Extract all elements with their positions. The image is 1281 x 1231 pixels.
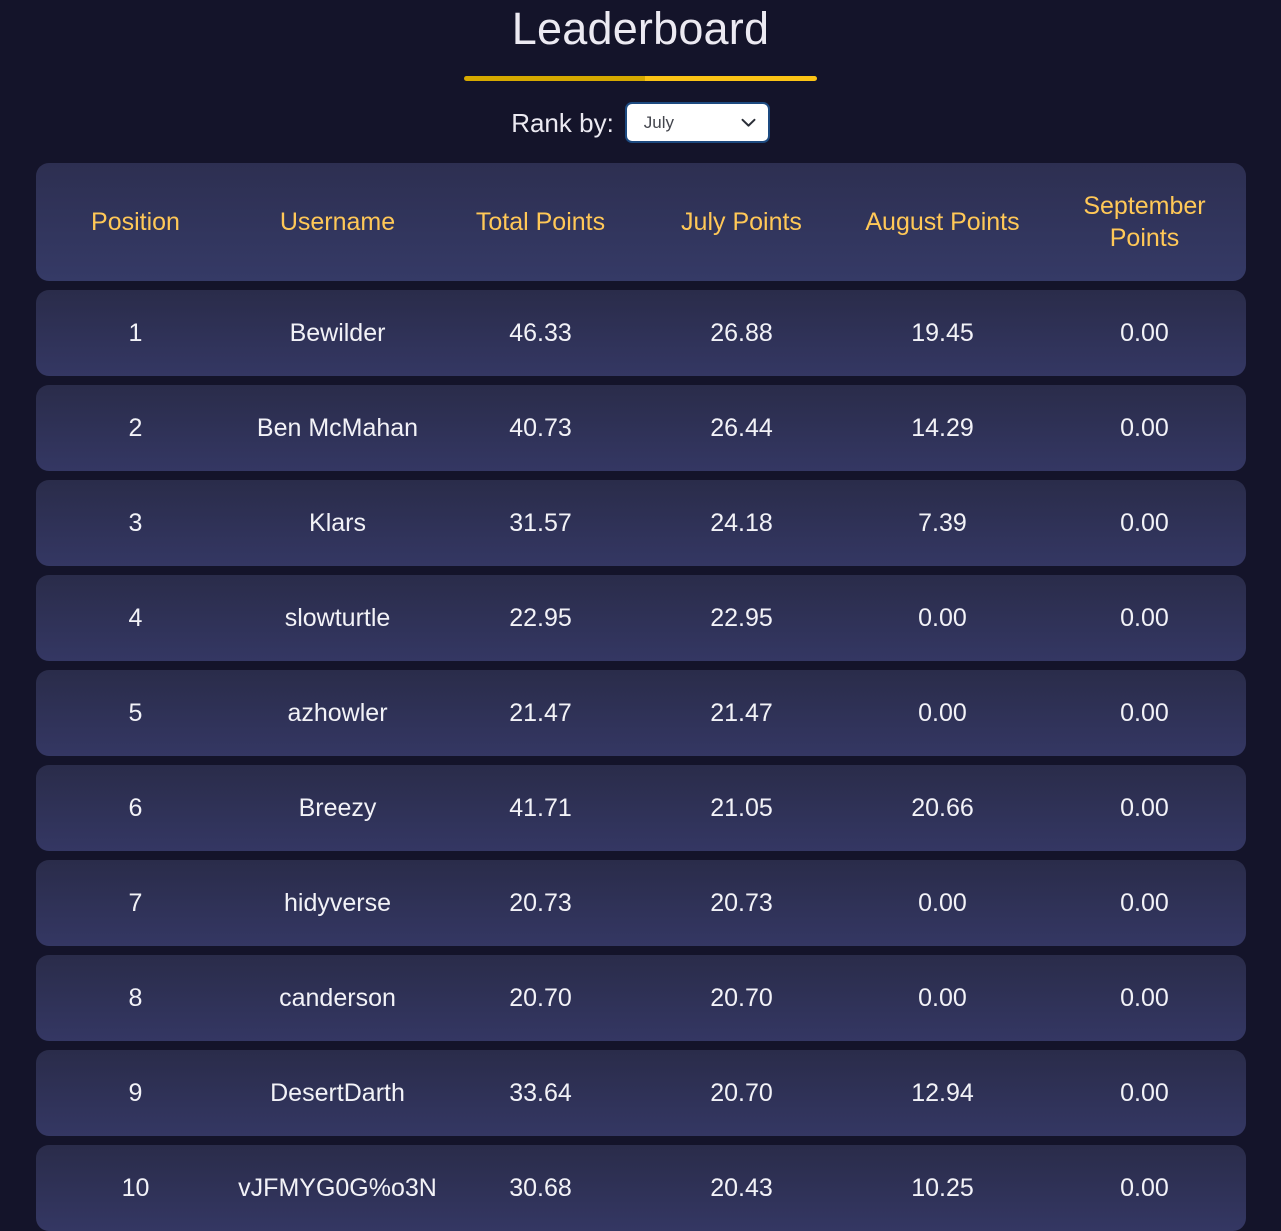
cell-september: 0.00 xyxy=(1120,699,1169,727)
cell-september: 0.00 xyxy=(1120,984,1169,1012)
cell-username: canderson xyxy=(279,984,396,1012)
cell-position: 1 xyxy=(128,319,143,347)
tab-city-leaderboards[interactable]: City Leaderboards xyxy=(644,76,818,81)
table-row[interactable]: 10 vJFMYG0G%o3N 30.68 20.43 10.25 0.00 xyxy=(35,1145,1246,1231)
cell-august: 7.39 xyxy=(918,509,967,537)
rank-by-select-wrapper: July August September xyxy=(624,102,770,143)
cell-total: 21.47 xyxy=(509,699,572,727)
cell-september: 0.00 xyxy=(1120,414,1169,442)
leaderboard-page: Leaderboard Game Leaderboard City Leader… xyxy=(0,0,1281,1231)
cell-august: 12.94 xyxy=(911,1079,974,1107)
column-header-august-points: August Points xyxy=(865,208,1020,236)
cell-september: 0.00 xyxy=(1120,319,1169,347)
cell-position: 6 xyxy=(128,794,143,822)
cell-total: 33.64 xyxy=(509,1079,572,1107)
cell-august: 19.45 xyxy=(911,319,974,347)
cell-total: 20.70 xyxy=(509,984,572,1012)
cell-september: 0.00 xyxy=(1120,509,1169,537)
cell-july: 26.88 xyxy=(710,319,773,347)
cell-september: 0.00 xyxy=(1120,1079,1169,1107)
cell-total: 22.95 xyxy=(509,604,572,632)
table-row[interactable]: 9 DesertDarth 33.64 20.70 12.94 0.00 xyxy=(35,1050,1246,1136)
cell-username: Breezy xyxy=(298,794,377,822)
table-row[interactable]: 2 Ben McMahan 40.73 26.44 14.29 0.00 xyxy=(35,385,1246,471)
column-header-position: Position xyxy=(91,208,180,236)
cell-position: 10 xyxy=(121,1174,150,1202)
cell-august: 20.66 xyxy=(911,794,974,822)
cell-username: Ben McMahan xyxy=(256,414,419,442)
cell-total: 20.73 xyxy=(509,889,572,917)
cell-september: 0.00 xyxy=(1120,604,1169,632)
cell-total: 41.71 xyxy=(509,794,572,822)
rank-by-control: Rank by: July August September xyxy=(511,102,770,143)
cell-username: Klars xyxy=(309,509,366,537)
cell-username: hidyverse xyxy=(284,889,391,917)
cell-september: 0.00 xyxy=(1120,889,1169,917)
cell-july: 20.70 xyxy=(710,984,773,1012)
page-title: Leaderboard xyxy=(511,3,770,54)
cell-position: 4 xyxy=(128,604,143,632)
cell-august: 14.29 xyxy=(911,414,974,442)
table-row[interactable]: 6 Breezy 41.71 21.05 20.66 0.00 xyxy=(35,765,1246,851)
cell-august: 10.25 xyxy=(911,1174,974,1202)
column-header-total-points: Total Points xyxy=(475,208,606,236)
cell-position: 7 xyxy=(128,889,143,917)
table-row[interactable]: 7 hidyverse 20.73 20.73 0.00 0.00 xyxy=(35,860,1246,946)
cell-username: Bewilder xyxy=(289,319,386,347)
table-row[interactable]: 8 canderson 20.70 20.70 0.00 0.00 xyxy=(35,955,1246,1041)
cell-username: vJFMYG0G%o3N xyxy=(238,1174,437,1202)
cell-august: 0.00 xyxy=(918,699,967,727)
cell-july: 21.47 xyxy=(710,699,773,727)
cell-august: 0.00 xyxy=(918,604,967,632)
rank-by-select[interactable]: July August September xyxy=(624,102,770,143)
cell-total: 31.57 xyxy=(509,509,572,537)
cell-july: 20.73 xyxy=(710,889,773,917)
cell-july: 20.43 xyxy=(710,1174,773,1202)
cell-august: 0.00 xyxy=(918,889,967,917)
cell-july: 26.44 xyxy=(710,414,773,442)
cell-username: DesertDarth xyxy=(270,1079,405,1107)
cell-position: 8 xyxy=(128,984,143,1012)
table-row[interactable]: 3 Klars 31.57 24.18 7.39 0.00 xyxy=(35,480,1246,566)
table-row[interactable]: 1 Bewilder 46.33 26.88 19.45 0.00 xyxy=(35,290,1246,376)
cell-july: 22.95 xyxy=(710,604,773,632)
cell-position: 9 xyxy=(128,1079,143,1107)
leaderboard-table: Position Username Total Points July Poin… xyxy=(35,163,1246,1231)
table-row[interactable]: 5 azhowler 21.47 21.47 0.00 0.00 xyxy=(35,670,1246,756)
column-header-september-points: September Points xyxy=(1083,192,1206,252)
table-header-row: Position Username Total Points July Poin… xyxy=(35,163,1246,281)
leaderboard-tab-group: Game Leaderboard City Leaderboards xyxy=(463,76,818,81)
cell-position: 5 xyxy=(128,699,143,727)
cell-position: 2 xyxy=(128,414,143,442)
cell-july: 20.70 xyxy=(710,1079,773,1107)
cell-username: slowturtle xyxy=(284,604,391,632)
cell-position: 3 xyxy=(128,509,143,537)
cell-september: 0.00 xyxy=(1120,1174,1169,1202)
cell-total: 46.33 xyxy=(509,319,572,347)
tab-game-leaderboard[interactable]: Game Leaderboard xyxy=(463,76,645,81)
cell-total: 30.68 xyxy=(509,1174,572,1202)
cell-september: 0.00 xyxy=(1120,794,1169,822)
column-header-username: Username xyxy=(279,208,396,236)
cell-username: azhowler xyxy=(287,699,388,727)
column-header-july-points: July Points xyxy=(681,208,802,236)
table-row[interactable]: 4 slowturtle 22.95 22.95 0.00 0.00 xyxy=(35,575,1246,661)
cell-total: 40.73 xyxy=(509,414,572,442)
cell-august: 0.00 xyxy=(918,984,967,1012)
cell-july: 24.18 xyxy=(710,509,773,537)
rank-by-label: Rank by: xyxy=(511,107,614,138)
cell-july: 21.05 xyxy=(710,794,773,822)
